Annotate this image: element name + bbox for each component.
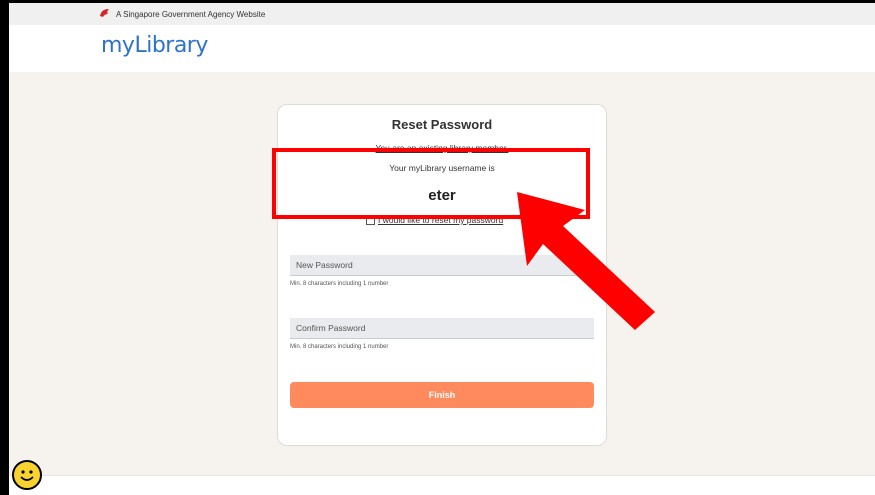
new-password-hint: Min. 8 characters including 1 number xyxy=(290,281,389,287)
confirm-password-hint: Min. 8 characters including 1 number xyxy=(290,344,389,350)
gov-banner-text: A Singapore Government Agency Website xyxy=(116,10,266,19)
smiley-face-icon[interactable] xyxy=(12,460,42,490)
existing-member-text: You are an existing library member. xyxy=(375,143,509,153)
new-password-input[interactable]: New Password xyxy=(290,255,594,276)
browser-page: A Singapore Government Agency Website my… xyxy=(9,3,875,495)
main-content: Reset Password You are an existing libra… xyxy=(9,72,875,475)
mylibrary-logo[interactable]: myLibrary xyxy=(101,33,208,58)
username-value: eter xyxy=(428,187,456,204)
card-title: Reset Password xyxy=(391,117,493,132)
brand-header: myLibrary xyxy=(9,25,875,72)
lion-head-icon xyxy=(99,8,110,20)
finish-button[interactable]: Finish xyxy=(290,382,594,408)
reset-password-card: Reset Password You are an existing libra… xyxy=(277,104,607,446)
confirm-password-input[interactable]: Confirm Password xyxy=(290,318,594,339)
reset-password-checkbox[interactable] xyxy=(366,215,375,225)
reset-password-option[interactable]: I would like to reset my password xyxy=(366,215,503,225)
reset-password-checkbox-label[interactable]: I would like to reset my password xyxy=(378,215,503,225)
gov-banner: A Singapore Government Agency Website xyxy=(9,3,875,25)
username-label: Your myLibrary username is xyxy=(389,163,495,173)
bottom-bar xyxy=(9,475,875,495)
